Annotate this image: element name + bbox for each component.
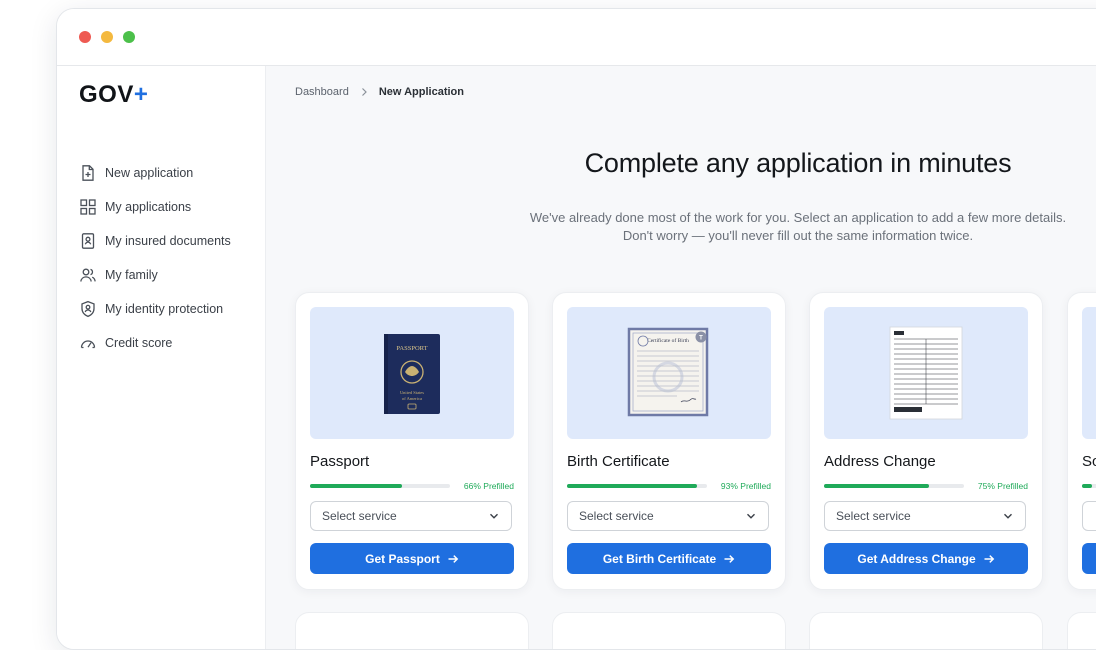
shield-user-icon bbox=[79, 300, 97, 318]
sidebar-item-my-applications[interactable]: My applications bbox=[79, 190, 231, 224]
button-label: Get Birth Certificate bbox=[602, 551, 717, 566]
address-change-form-image bbox=[824, 307, 1028, 439]
application-card-row2 bbox=[809, 612, 1043, 649]
passport-cover-caption: United States bbox=[400, 390, 424, 395]
card-image bbox=[1082, 307, 1096, 439]
select-service-dropdown[interactable]: Select service bbox=[567, 501, 769, 531]
prefill-percent-label: 75% Prefilled bbox=[977, 481, 1028, 491]
logo-plus: + bbox=[133, 81, 149, 108]
prefill-percent-label: 66% Prefilled bbox=[463, 481, 514, 491]
arrow-right-icon bbox=[447, 553, 459, 565]
gov-plus-logo[interactable]: GOV+ bbox=[79, 81, 148, 109]
button-label: Get Passport bbox=[365, 551, 440, 566]
page-subtitle-line-2: Don't worry — you'll never fill out the … bbox=[622, 228, 974, 243]
application-card-address-change: Address Change 75% Prefilled Select serv… bbox=[809, 292, 1043, 590]
sidebar-item-label: My applications bbox=[105, 200, 192, 214]
chevron-down-icon bbox=[488, 510, 500, 522]
main-content: Dashboard New Application Complete any a… bbox=[266, 66, 1096, 649]
sidebar-item-my-insured-documents[interactable]: My insured documents bbox=[79, 224, 231, 258]
page-subtitle-line-1: We've already done most of the work for … bbox=[529, 210, 1067, 225]
page-subtitle: We've already done most of the work for … bbox=[266, 209, 1096, 245]
application-card-row2 bbox=[552, 612, 786, 649]
select-service-value: Select service bbox=[836, 509, 911, 523]
close-window-button[interactable] bbox=[79, 31, 91, 43]
maximize-window-button[interactable] bbox=[123, 31, 135, 43]
file-plus-icon bbox=[79, 164, 97, 182]
sidebar-item-my-family[interactable]: My family bbox=[79, 258, 231, 292]
arrow-right-icon bbox=[983, 553, 995, 565]
prefill-percent-label: 93% Prefilled bbox=[720, 481, 771, 491]
logo-text: GOV bbox=[79, 81, 134, 108]
prefill-progress-bar bbox=[1082, 484, 1096, 488]
arrow-right-icon bbox=[723, 553, 735, 565]
card-title: So bbox=[1082, 453, 1096, 470]
get-birth-certificate-button[interactable]: Get Birth Certificate bbox=[567, 543, 771, 574]
birth-certificate-image: Certificate of Birth T bbox=[567, 307, 771, 439]
breadcrumb-current: New Application bbox=[378, 86, 464, 98]
sidebar-item-label: Credit score bbox=[105, 336, 173, 350]
button-label: Get Address Change bbox=[857, 551, 976, 566]
chevron-down-icon bbox=[1002, 510, 1014, 522]
sidebar-item-label: New application bbox=[105, 166, 194, 180]
card-title: Passport bbox=[310, 453, 370, 470]
select-service-dropdown[interactable]: Select service bbox=[824, 501, 1026, 531]
breadcrumb-dashboard-link[interactable]: Dashboard bbox=[295, 86, 349, 98]
select-service-value: Select service bbox=[322, 509, 397, 523]
application-card-partial: So bbox=[1067, 292, 1096, 590]
application-card-passport: PASSPORT United States of America Passpo… bbox=[295, 292, 529, 590]
sidebar-item-credit-score[interactable]: Credit score bbox=[79, 326, 231, 360]
card-title: Birth Certificate bbox=[567, 453, 670, 470]
id-document-icon bbox=[79, 232, 97, 250]
sidebar-item-new-application[interactable]: New application bbox=[79, 156, 231, 190]
certificate-heading: Certificate of Birth bbox=[647, 337, 689, 344]
minimize-window-button[interactable] bbox=[101, 31, 113, 43]
prefill-progress-fill bbox=[310, 484, 403, 488]
prefill-progress-bar bbox=[310, 484, 450, 488]
gauge-icon bbox=[79, 334, 97, 352]
browser-window: GOV+ New application My applications My … bbox=[56, 8, 1096, 650]
chevron-down-icon bbox=[745, 510, 757, 522]
passport-cover-caption: of America bbox=[402, 396, 422, 401]
application-card-birth-certificate: Certificate of Birth T Birth Certificate… bbox=[552, 292, 786, 590]
grid-icon bbox=[79, 198, 97, 216]
prefill-progress-fill bbox=[567, 484, 698, 488]
sidebar-item-label: My family bbox=[105, 268, 158, 282]
sidebar-nav: New application My applications My insur… bbox=[79, 156, 231, 360]
passport-cover-word: PASSPORT bbox=[396, 345, 427, 352]
chevron-right-icon bbox=[359, 87, 369, 97]
application-card-row2 bbox=[1067, 612, 1096, 649]
sidebar-item-my-identity-protection[interactable]: My identity protection bbox=[79, 292, 231, 326]
select-service-dropdown[interactable]: Select service bbox=[310, 501, 512, 531]
users-icon bbox=[79, 266, 97, 284]
card-title: Address Change bbox=[824, 453, 936, 470]
select-service-dropdown[interactable] bbox=[1082, 501, 1096, 531]
certificate-badge: T bbox=[699, 336, 703, 342]
prefill-progress-fill bbox=[824, 484, 929, 488]
application-card-row2 bbox=[295, 612, 529, 649]
get-passport-button[interactable]: Get Passport bbox=[310, 543, 514, 574]
get-application-button[interactable] bbox=[1082, 543, 1096, 574]
select-service-value: Select service bbox=[579, 509, 654, 523]
breadcrumb: Dashboard New Application bbox=[295, 86, 464, 98]
prefill-progress-fill bbox=[1082, 484, 1092, 488]
passport-image: PASSPORT United States of America bbox=[310, 307, 514, 439]
window-titlebar bbox=[57, 9, 1096, 66]
page-title: Complete any application in minutes bbox=[584, 148, 1012, 178]
prefill-progress-bar bbox=[567, 484, 707, 488]
prefill-progress-bar bbox=[824, 484, 964, 488]
sidebar-item-label: My insured documents bbox=[105, 234, 231, 248]
sidebar: GOV+ New application My applications My … bbox=[57, 66, 266, 649]
sidebar-item-label: My identity protection bbox=[105, 302, 224, 316]
get-address-change-button[interactable]: Get Address Change bbox=[824, 543, 1028, 574]
